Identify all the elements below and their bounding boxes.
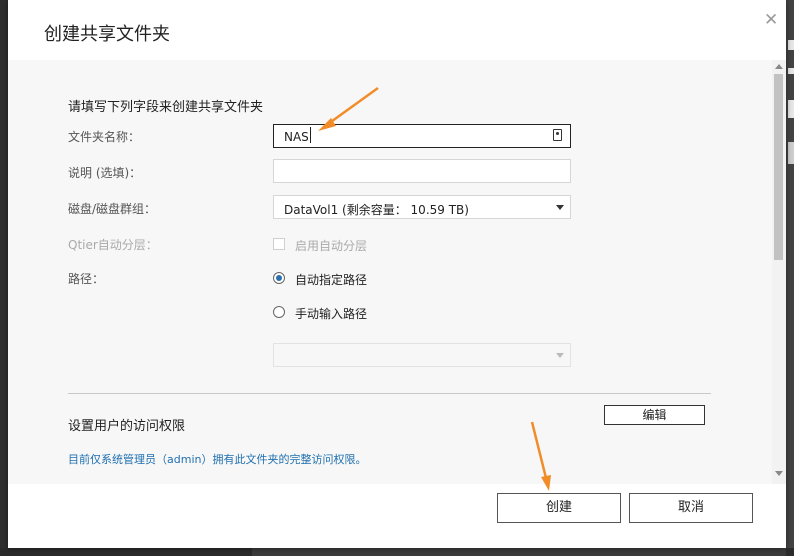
annotation-arrows <box>318 86 551 491</box>
annotation-arrow-to-folder-name <box>318 86 379 131</box>
annotation-arrow-to-create-button <box>530 421 551 491</box>
